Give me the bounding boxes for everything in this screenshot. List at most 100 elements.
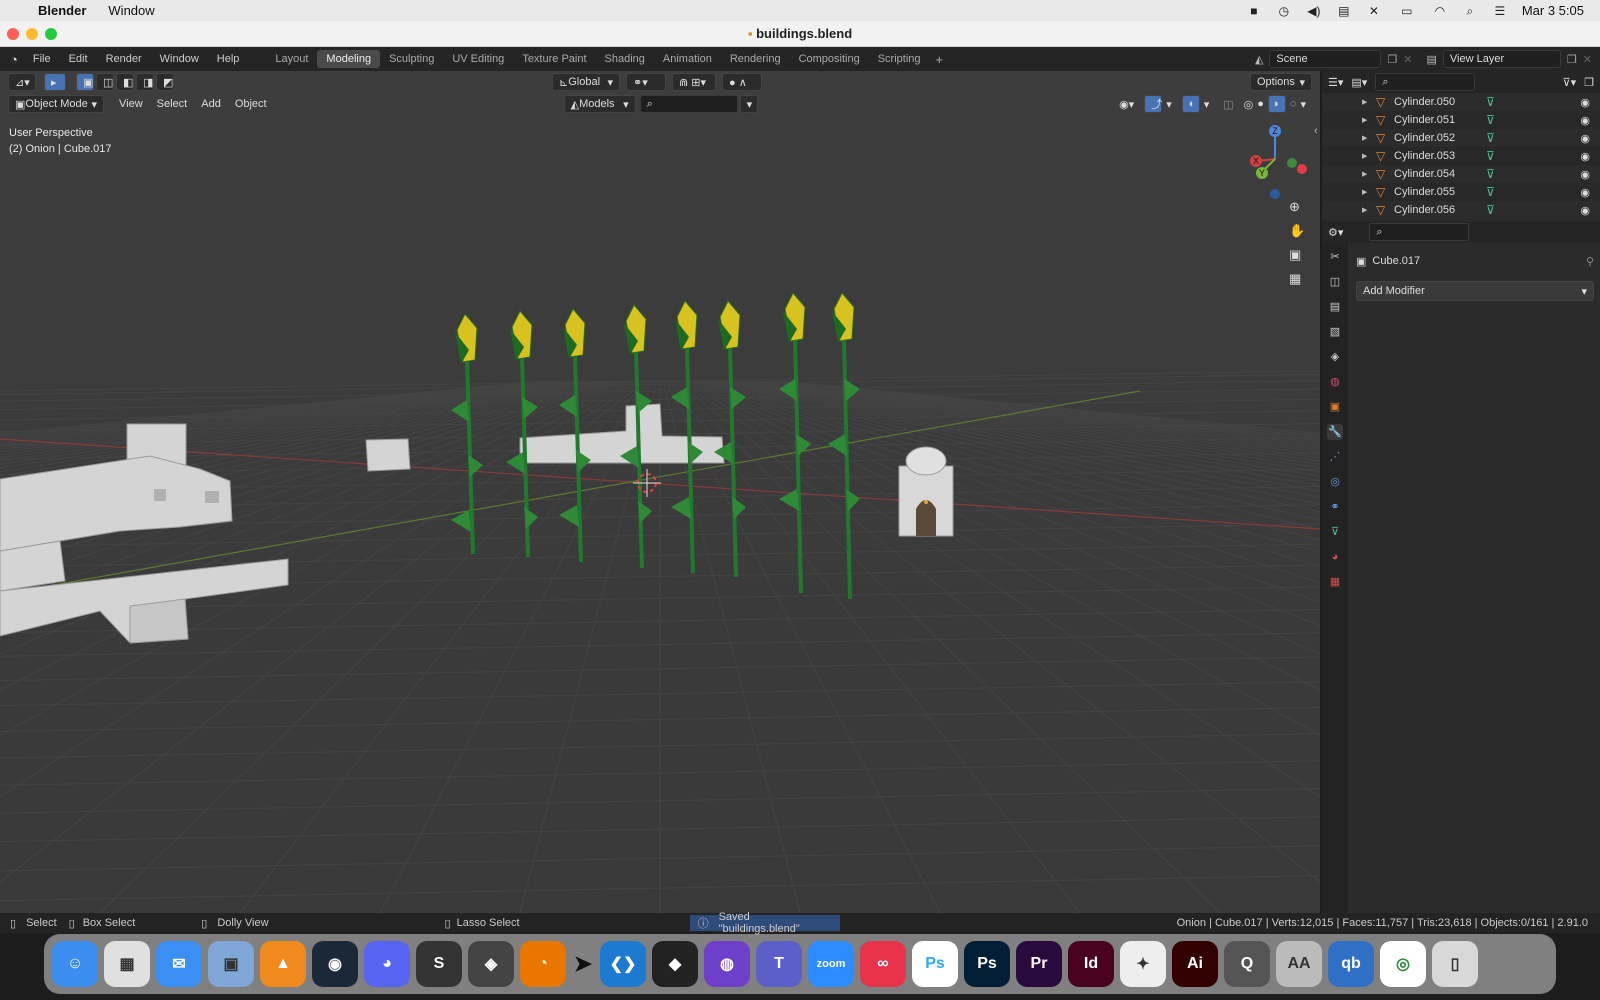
world-tab-icon[interactable]: ◍ — [1327, 374, 1343, 390]
expand-arrow-icon[interactable]: ▶ — [1362, 116, 1376, 124]
tweak-tool-button[interactable]: ▸ — [44, 73, 66, 91]
menu-add[interactable]: Add — [194, 98, 228, 110]
pivot-point-dropdown[interactable]: ⚭▾ — [626, 73, 666, 91]
gizmo-neg-z-axis[interactable] — [1270, 189, 1280, 199]
menu-render[interactable]: Render — [97, 53, 151, 65]
minimize-window-button[interactable] — [26, 28, 38, 40]
chevron-down-icon[interactable]: ▾ — [1204, 98, 1210, 111]
outliner-row[interactable]: ▶ ▽ Cylinder.056 ⊽ ◉ — [1322, 201, 1600, 219]
visibility-icon[interactable]: ◉▾ — [1119, 98, 1134, 111]
viewport-search-field[interactable]: ⌕ — [639, 95, 738, 113]
material-shading-button[interactable]: ◑ — [1267, 95, 1286, 113]
control-center-icon[interactable]: ☰ — [1492, 5, 1508, 17]
select-mode-new-button[interactable]: ▣ — [76, 73, 94, 91]
properties-editor-icon[interactable]: ⚙▾ — [1328, 226, 1343, 239]
dock-indesign-icon[interactable]: Id — [1068, 941, 1114, 987]
outliner-item-name[interactable]: Cylinder.054 — [1394, 168, 1486, 180]
expand-arrow-icon[interactable]: ▶ — [1362, 98, 1376, 106]
view-layer-tab-icon[interactable]: ▧ — [1327, 324, 1343, 340]
volume-icon[interactable]: ◀) — [1306, 5, 1322, 17]
keyboard-icon[interactable]: ▤ — [1336, 5, 1352, 17]
chevron-down-icon[interactable]: ▾ — [1300, 98, 1306, 111]
mac-menu-window[interactable]: Window — [108, 3, 154, 18]
mesh-data-icon[interactable]: ⊽ — [1486, 185, 1495, 199]
outliner-item-name[interactable]: Cylinder.051 — [1394, 114, 1486, 126]
outliner-row[interactable]: ▶ ▽ Cylinder.052 ⊽ ◉ — [1322, 129, 1600, 147]
dock-premiere-icon[interactable]: Pr — [1016, 941, 1062, 987]
expand-arrow-icon[interactable]: ▶ — [1362, 134, 1376, 142]
outliner-item-name[interactable]: Cylinder.053 — [1394, 150, 1486, 162]
overlay-toggle[interactable]: ◐ — [1181, 95, 1200, 113]
eye-icon[interactable]: ◉ — [1580, 114, 1590, 127]
zoom-icon[interactable]: ⊕ — [1289, 199, 1305, 215]
gizmo-neg-y-axis[interactable] — [1287, 158, 1297, 168]
dock-launchpad-icon[interactable]: ▦ — [104, 941, 150, 987]
select-mode-extend-button[interactable]: ◫ — [96, 73, 114, 91]
outliner-item-name[interactable]: Cylinder.056 — [1394, 204, 1486, 216]
menu-select[interactable]: Select — [150, 98, 195, 110]
dock-chrome-icon[interactable]: ◎ — [1380, 941, 1426, 987]
mesh-data-icon[interactable]: ⊽ — [1486, 95, 1495, 109]
pan-hand-icon[interactable]: ✋ — [1289, 223, 1305, 239]
eye-icon[interactable]: ◉ — [1580, 150, 1590, 163]
3d-viewport[interactable]: ⊿▾ ▸ ▣ ◫ ◧ ◨ ◩ ⊾ Global ▾ ⚭▾ ⋒ ⊞▾ ● ∧ Opt… — [0, 71, 1320, 913]
dock-blender-icon[interactable]: ◔ — [520, 941, 566, 987]
dock-unity-icon[interactable]: ◈ — [468, 941, 514, 987]
menu-file[interactable]: File — [24, 53, 60, 65]
view-layer-selector[interactable]: View Layer — [1442, 50, 1561, 68]
physics-tab-icon[interactable]: ◎ — [1327, 474, 1343, 490]
menu-view[interactable]: View — [112, 98, 150, 110]
tab-animation[interactable]: Animation — [654, 50, 721, 68]
dock-photoshop-beta-icon[interactable]: Ps — [912, 941, 958, 987]
dock-photoshop-icon[interactable]: Ps — [964, 941, 1010, 987]
expand-arrow-icon[interactable]: ▶ — [1362, 206, 1376, 214]
xray-icon[interactable]: ◫ — [1223, 98, 1233, 111]
copy-scene-icon[interactable]: ❐ — [1387, 53, 1397, 66]
dock-unity-hub-icon[interactable]: ◆ — [652, 941, 698, 987]
domed-tower[interactable] — [898, 446, 954, 537]
scene-tab-icon[interactable]: ◈ — [1327, 349, 1343, 365]
bluetooth-off-icon[interactable]: ✕ — [1366, 5, 1382, 17]
search-filter-button[interactable]: ▾ — [739, 95, 758, 113]
render-tab-icon[interactable]: ◫ — [1327, 274, 1343, 290]
close-window-button[interactable] — [7, 28, 19, 40]
select-mode-intersect-button[interactable]: ◩ — [156, 73, 174, 91]
add-modifier-dropdown[interactable]: Add Modifier ▾ — [1356, 281, 1594, 301]
dock-steam-icon[interactable]: ◉ — [312, 941, 358, 987]
object-name[interactable]: Cube.017 — [1372, 255, 1420, 267]
dock-github-icon[interactable]: ◍ — [704, 941, 750, 987]
dock-preview-icon[interactable]: ▣ — [208, 941, 254, 987]
solid-shading-icon[interactable]: ● — [1257, 98, 1264, 110]
outliner-item-name[interactable]: Cylinder.052 — [1394, 132, 1486, 144]
constraints-tab-icon[interactable]: ⚭ — [1327, 499, 1343, 515]
dock-cursor-icon[interactable]: ➤ — [572, 941, 594, 987]
output-tab-icon[interactable]: ▤ — [1327, 299, 1343, 315]
dock-vlc-icon[interactable]: ▲ — [260, 941, 306, 987]
dock-mail-icon[interactable]: ✉ — [156, 941, 202, 987]
remove-view-layer-icon[interactable]: ✕ — [1583, 53, 1592, 66]
tab-texture-paint[interactable]: Texture Paint — [513, 50, 595, 68]
expand-arrow-icon[interactable]: ▶ — [1362, 170, 1376, 178]
tool-tab-icon[interactable]: ✂ — [1327, 249, 1343, 265]
dock-teams-icon[interactable]: T — [756, 941, 802, 987]
dock-creative-cloud-icon[interactable]: ∞ — [860, 941, 906, 987]
menu-object[interactable]: Object — [228, 98, 274, 110]
chevron-down-icon[interactable]: ▾ — [1166, 98, 1172, 111]
mesh-data-icon[interactable]: ⊽ — [1486, 203, 1495, 217]
options-dropdown[interactable]: Options ▾ — [1250, 73, 1312, 91]
dock-font-book-icon[interactable]: AA — [1276, 941, 1322, 987]
expand-arrow-icon[interactable]: ▶ — [1362, 152, 1376, 160]
gizmo-neg-x-axis[interactable] — [1297, 164, 1307, 174]
tab-layout[interactable]: Layout — [266, 50, 317, 68]
remove-scene-icon[interactable]: ✕ — [1403, 53, 1412, 66]
scene-icon[interactable]: ◭ — [1255, 53, 1263, 66]
eye-icon[interactable]: ◉ — [1580, 186, 1590, 199]
mode-dropdown[interactable]: ▣ Object Mode ▾ — [8, 95, 104, 113]
new-collection-icon[interactable]: ❐ — [1584, 76, 1594, 89]
object-tab-icon[interactable]: ▣ — [1327, 399, 1343, 415]
outliner-row[interactable]: ▶ ▽ Cylinder.050 ⊽ ◉ — [1322, 93, 1600, 111]
pin-icon[interactable]: ⚲ — [1586, 255, 1594, 268]
outliner-row[interactable]: ▶ ▽ Cylinder.053 ⊽ ◉ — [1322, 147, 1600, 165]
texture-tab-icon[interactable]: ▦ — [1327, 574, 1343, 590]
app-menu-blender[interactable]: Blender — [38, 3, 86, 18]
